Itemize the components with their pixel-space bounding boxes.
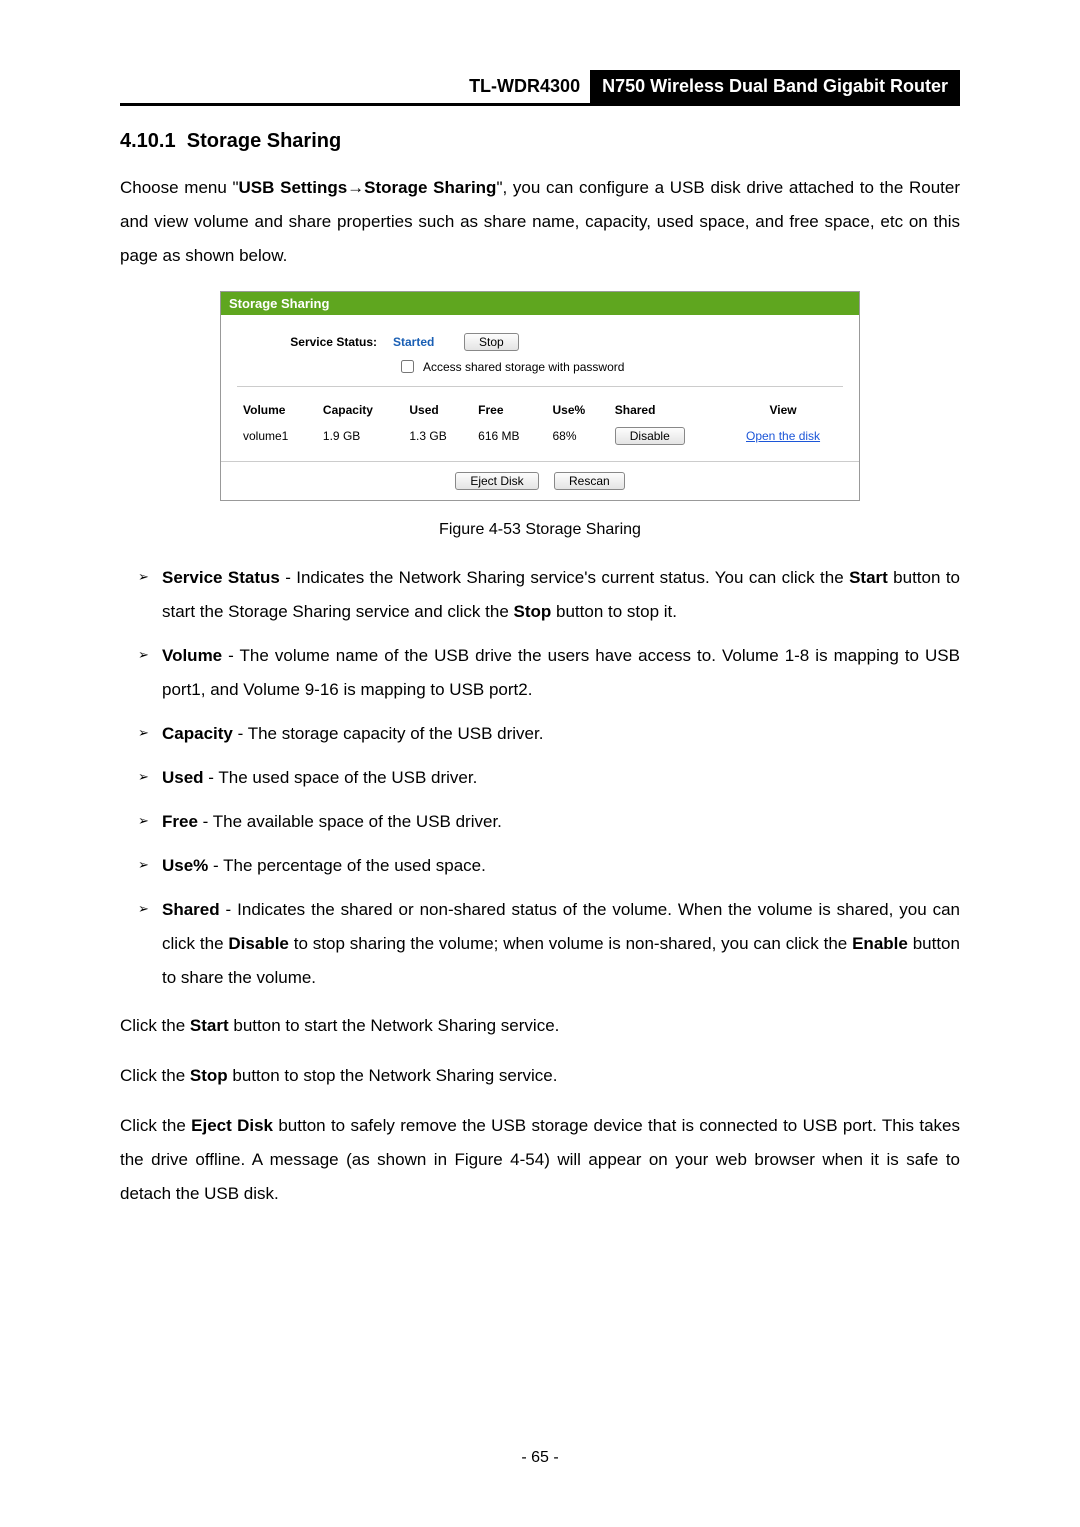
term-volume: Volume — [162, 646, 222, 665]
service-status-value: Started — [393, 335, 448, 349]
col-capacity: Capacity — [317, 399, 403, 421]
access-password-label: Access shared storage with password — [423, 360, 624, 374]
feature-list: Service Status - Indicates the Network S… — [120, 561, 960, 995]
term-use-pct: Use% — [162, 856, 208, 875]
document-header: TL-WDR4300 N750 Wireless Dual Band Gigab… — [120, 70, 960, 106]
section-title: Storage Sharing — [187, 130, 341, 152]
col-used: Used — [403, 399, 472, 421]
sep: - — [198, 812, 213, 831]
cell-capacity: 1.9 GB — [317, 421, 403, 451]
intro-text: Choose menu " — [120, 178, 239, 197]
list-item: Shared - Indicates the shared or non-sha… — [138, 893, 960, 995]
stop-button[interactable]: Stop — [464, 333, 519, 351]
col-free: Free — [472, 399, 546, 421]
term-service-status: Service Status — [162, 568, 280, 587]
sep: - — [220, 900, 238, 919]
storage-sharing-panel: Storage Sharing Service Status: Started … — [220, 291, 860, 501]
cell-volume: volume1 — [237, 421, 317, 451]
open-disk-link[interactable]: Open the disk — [746, 429, 820, 443]
text: The volume name of the USB drive the use… — [162, 646, 960, 699]
term-shared: Shared — [162, 900, 220, 919]
intro-paragraph: Choose menu "USB Settings→Storage Sharin… — [120, 171, 960, 273]
list-item: Volume - The volume name of the USB driv… — [138, 639, 960, 707]
disable-share-button[interactable]: Disable — [615, 427, 685, 445]
panel-footer: Eject Disk Rescan — [221, 461, 859, 500]
text: Click the — [120, 1016, 190, 1035]
col-view: View — [723, 399, 843, 421]
kw-start: Start — [849, 568, 888, 587]
menu-arrow-icon: → — [347, 178, 364, 197]
page-number: - 65 - — [0, 1449, 1080, 1467]
term-used: Used — [162, 768, 204, 787]
list-item: Used - The used space of the USB driver. — [138, 761, 960, 795]
text: Click the — [120, 1116, 191, 1135]
text: The used space of the USB driver. — [218, 768, 477, 787]
sep: - — [204, 768, 219, 787]
paragraph-start: Click the Start button to start the Netw… — [120, 1009, 960, 1043]
list-item: Use% - The percentage of the used space. — [138, 849, 960, 883]
text: Click the — [120, 1066, 190, 1085]
section-number: 4.10.1 — [120, 130, 176, 152]
kw-disable: Disable — [228, 934, 288, 953]
section-heading: 4.10.1 Storage Sharing — [120, 130, 960, 153]
cell-use-pct: 68% — [546, 421, 608, 451]
col-use-pct: Use% — [546, 399, 608, 421]
sep: - — [233, 724, 248, 743]
panel-title: Storage Sharing — [221, 292, 859, 315]
table-header-row: Volume Capacity Used Free Use% Shared Vi… — [237, 399, 843, 421]
sep: - — [222, 646, 239, 665]
list-item: Free - The available space of the USB dr… — [138, 805, 960, 839]
term-capacity: Capacity — [162, 724, 233, 743]
figure-caption: Figure 4-53 Storage Sharing — [120, 521, 960, 539]
access-password-checkbox[interactable] — [401, 360, 414, 373]
paragraph-eject: Click the Eject Disk button to safely re… — [120, 1109, 960, 1211]
menu-path-storage-sharing: Storage Sharing — [364, 178, 496, 197]
col-shared: Shared — [609, 399, 723, 421]
text: The storage capacity of the USB driver. — [248, 724, 544, 743]
kw-start: Start — [190, 1016, 229, 1035]
service-status-label: Service Status: — [237, 335, 377, 349]
divider — [237, 386, 843, 387]
kw-eject-disk: Eject Disk — [191, 1116, 273, 1135]
text: The percentage of the used space. — [223, 856, 486, 875]
rescan-button[interactable]: Rescan — [554, 472, 625, 490]
sep: - — [208, 856, 223, 875]
eject-disk-button[interactable]: Eject Disk — [455, 472, 538, 490]
text: button to stop the Network Sharing servi… — [228, 1066, 558, 1085]
text: Indicates the Network Sharing service's … — [296, 568, 849, 587]
term-free: Free — [162, 812, 198, 831]
table-row: volume1 1.9 GB 1.3 GB 616 MB 68% Disable… — [237, 421, 843, 451]
col-volume: Volume — [237, 399, 317, 421]
kw-stop: Stop — [190, 1066, 228, 1085]
sep: - — [280, 568, 296, 587]
cell-used: 1.3 GB — [403, 421, 472, 451]
volumes-table: Volume Capacity Used Free Use% Shared Vi… — [237, 399, 843, 451]
list-item: Service Status - Indicates the Network S… — [138, 561, 960, 629]
kw-stop: Stop — [514, 602, 552, 621]
kw-enable: Enable — [852, 934, 908, 953]
text: The available space of the USB driver. — [213, 812, 502, 831]
text: to stop sharing the volume; when volume … — [289, 934, 852, 953]
text: button to stop it. — [551, 602, 677, 621]
model-number: TL-WDR4300 — [459, 70, 590, 103]
product-name: N750 Wireless Dual Band Gigabit Router — [590, 70, 960, 103]
figure-screenshot: Storage Sharing Service Status: Started … — [220, 291, 860, 501]
cell-free: 616 MB — [472, 421, 546, 451]
menu-path-usb-settings: USB Settings — [239, 178, 348, 197]
paragraph-stop: Click the Stop button to stop the Networ… — [120, 1059, 960, 1093]
list-item: Capacity - The storage capacity of the U… — [138, 717, 960, 751]
text: button to start the Network Sharing serv… — [229, 1016, 560, 1035]
